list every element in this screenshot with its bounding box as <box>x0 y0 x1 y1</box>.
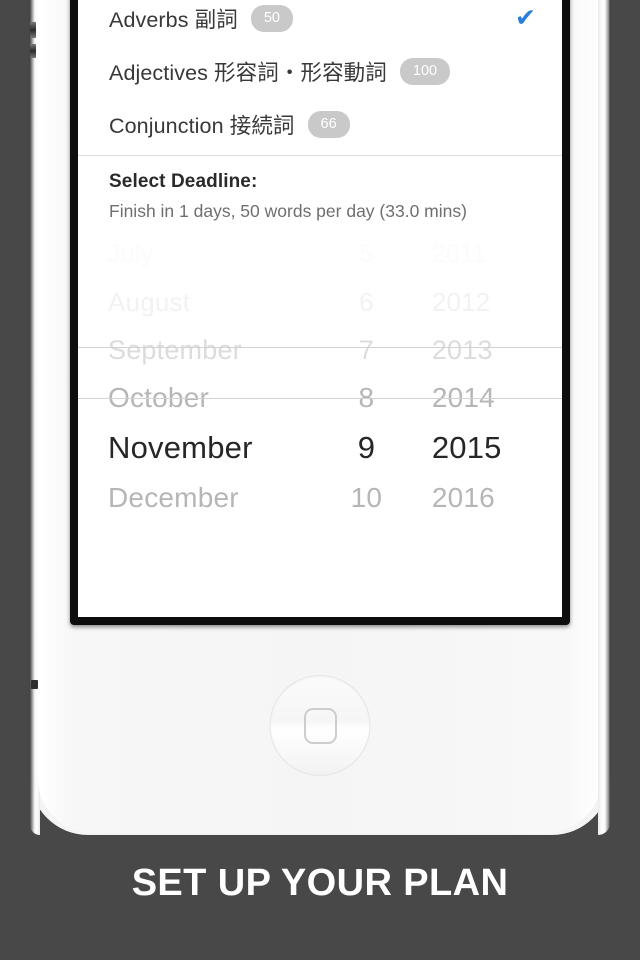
checkmark-icon: ✔ <box>515 4 536 32</box>
deadline-summary: Finish in 1 days, 50 words per day (33.0… <box>109 201 467 221</box>
category-label: Conjunction 接続詞 <box>109 114 295 138</box>
category-list: Intransitive Verbs 自動詞 81 ✔ Adverbs 副詞 5… <box>78 0 562 151</box>
picker-month: August <box>108 286 191 317</box>
picker-year: 2012 <box>431 286 491 317</box>
picker-row[interactable]: December 10 2016 <box>78 474 562 522</box>
volume-down-button[interactable] <box>30 44 36 58</box>
app-content: Intransitive Verbs 自動詞 81 ✔ Adverbs 副詞 5… <box>78 0 562 617</box>
picker-year: 2016 <box>431 482 495 513</box>
picker-row[interactable]: October 8 2014 <box>78 374 562 422</box>
picker-day: 7 <box>358 334 375 365</box>
picker-month: July <box>108 239 154 268</box>
category-count-badge: 66 <box>307 110 350 139</box>
iphone-device-frame: Intransitive Verbs 自動詞 81 ✔ Adverbs 副詞 5… <box>30 0 610 835</box>
picker-row[interactable]: September 7 2013 <box>78 326 562 374</box>
date-picker-rows: July 5 2011 August 6 2012 September 7 20… <box>78 230 562 526</box>
picker-row[interactable]: January 11 2017 <box>78 522 562 526</box>
left-antenna-band <box>31 680 38 689</box>
promo-caption: SET UP YOUR PLAN <box>131 862 509 904</box>
picker-row[interactable]: July 5 2011 <box>78 230 562 278</box>
category-row[interactable]: Conjunction 接続詞 66 ✔ <box>78 98 562 151</box>
picker-day: 6 <box>359 286 374 317</box>
picker-day-selected: 9 <box>357 430 376 465</box>
phone-screen: Intransitive Verbs 自動詞 81 ✔ Adverbs 副詞 5… <box>78 0 562 617</box>
volume-up-button[interactable] <box>30 22 36 38</box>
picker-year: 2013 <box>431 334 493 365</box>
picker-month: September <box>108 334 242 365</box>
right-antenna-band <box>601 680 608 689</box>
deadline-title: Select Deadline: <box>109 171 258 192</box>
deadline-section: Select Deadline: Finish in 1 days, 50 wo… <box>78 156 562 222</box>
picker-row-selected[interactable]: November 9 2015 <box>78 422 562 474</box>
home-button[interactable] <box>269 675 371 776</box>
home-square-icon <box>303 707 337 744</box>
picker-day: 10 <box>350 482 383 513</box>
category-count-badge: 100 <box>399 57 451 86</box>
category-row[interactable]: Adverbs 副詞 50 ✔ <box>78 0 562 45</box>
picker-month: December <box>108 482 239 513</box>
picker-row[interactable]: August 6 2012 <box>78 278 562 326</box>
category-row[interactable]: Adjectives 形容詞・形容動詞 100 ✔ <box>78 45 562 98</box>
picker-month: October <box>108 382 209 413</box>
picker-month-selected: November <box>108 430 253 465</box>
category-label: Adverbs 副詞 <box>109 8 238 32</box>
picker-year: 2011 <box>431 239 487 268</box>
picker-day: 8 <box>358 382 375 413</box>
date-picker[interactable]: July 5 2011 August 6 2012 September 7 20… <box>78 230 562 526</box>
picker-year: 2014 <box>431 382 495 413</box>
picker-year-selected: 2015 <box>431 430 502 465</box>
category-count-badge: 50 <box>250 4 293 33</box>
category-label: Adjectives 形容詞・形容動詞 <box>109 61 387 85</box>
screen-bezel: Intransitive Verbs 自動詞 81 ✔ Adverbs 副詞 5… <box>70 0 570 625</box>
picker-day: 5 <box>359 239 374 268</box>
